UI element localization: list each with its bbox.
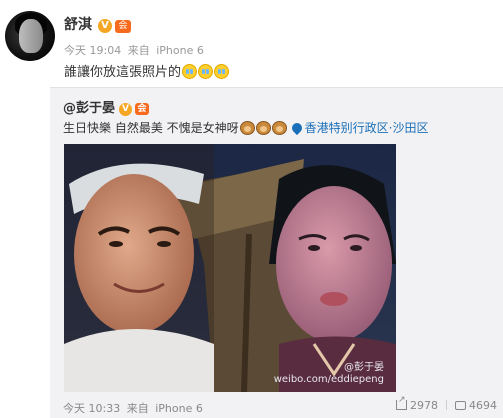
post-meta: 今天 19:04 来自 iPhone 6 (64, 42, 207, 58)
share-count: 2978 (410, 399, 438, 412)
photo-illustration (64, 144, 396, 392)
share-button[interactable]: 2978 (396, 395, 438, 412)
crying-emoji-icon (198, 64, 214, 79)
post-text: 誰讓你放這張照片的 (64, 61, 230, 80)
comment-count: 4694 (469, 399, 497, 412)
monkey-emoji-icon (239, 121, 255, 135)
repost-photo[interactable]: @彭于晏 weibo.com/eddiepeng (64, 144, 396, 392)
location-link[interactable]: 香港特别行政区·沙田区 (289, 120, 429, 136)
location-label: 香港特别行政区·沙田区 (304, 121, 429, 135)
repost-text-content: 生日快樂 自然最美 不愧是女神呀 (63, 121, 239, 135)
crying-emoji-icon (182, 64, 198, 79)
post-from-label: 来自 (127, 44, 150, 57)
repost-text: 生日快樂 自然最美 不愧是女神呀 香港特别行政区·沙田区 (63, 119, 428, 136)
repost-meta: 今天 10:33 来自 iPhone 6 (63, 400, 206, 416)
member-icon: 会 (115, 20, 131, 33)
repost-device[interactable]: iPhone 6 (155, 402, 203, 415)
avatar[interactable] (5, 11, 55, 61)
monkey-emoji-icon (271, 121, 287, 135)
repost-actions: 2978 4694 (388, 395, 497, 412)
repost-author-name[interactable]: @彭于晏 (63, 101, 115, 116)
post-header: 舒淇 V 会 (64, 14, 131, 34)
action-divider (446, 400, 447, 410)
comment-button[interactable]: 4694 (455, 399, 497, 412)
author-name[interactable]: 舒淇 (64, 14, 92, 34)
verified-icon: V (98, 19, 112, 33)
location-pin-icon (289, 120, 304, 136)
photo-watermark: @彭于晏 weibo.com/eddiepeng (274, 362, 384, 386)
post-device[interactable]: iPhone 6 (156, 44, 204, 57)
monkey-emoji-icon (255, 121, 271, 135)
watermark-url: weibo.com/eddiepeng (273, 374, 384, 385)
repost-card: @彭于晏 V 会 生日快樂 自然最美 不愧是女神呀 香港特别行政区·沙田区 @彭… (50, 87, 503, 418)
repost-author: @彭于晏 V 会 (63, 97, 150, 116)
avatar-face (19, 19, 43, 53)
member-icon: 会 (135, 103, 150, 115)
comment-icon (455, 401, 466, 410)
watermark-handle: @彭于晏 (344, 362, 384, 373)
verified-icon: V (119, 103, 133, 116)
post-time[interactable]: 今天 19:04 (64, 44, 121, 57)
crying-emoji-icon (214, 64, 230, 79)
repost-time[interactable]: 今天 10:33 (63, 402, 120, 415)
share-icon (396, 395, 407, 410)
repost-from-label: 来自 (126, 402, 149, 415)
post-text-content: 誰讓你放這張照片的 (64, 65, 182, 80)
